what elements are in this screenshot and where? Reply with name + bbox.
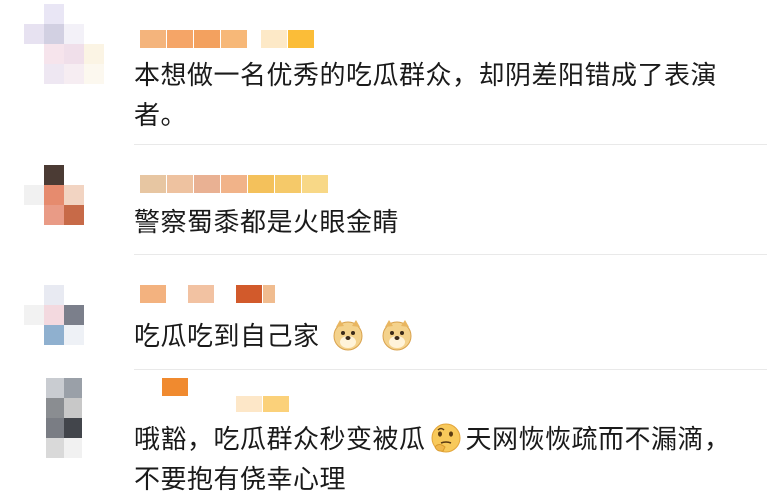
username-blurred[interactable] — [140, 30, 315, 48]
comment-item: 警察蜀黍都是火眼金睛 — [0, 145, 767, 255]
comment-text-before: 哦豁，吃瓜群众秒变被瓜 — [134, 425, 426, 455]
doge-emoji-icon — [382, 320, 412, 351]
username-blurred[interactable] — [162, 378, 189, 396]
avatar[interactable] — [24, 165, 104, 225]
avatar[interactable] — [24, 285, 104, 345]
comment-text: 本想做一名优秀的吃瓜群众，却阴差阳错成了表演者。 — [134, 61, 718, 131]
comment-text: 哦豁，吃瓜群众秒变被瓜 天网恢恢疏而不漏滴，不要抱有侥幸心理 — [134, 420, 741, 500]
comment-item: 吃瓜吃到自己家 — [0, 255, 767, 370]
comment-text-content: 吃瓜吃到自己家 — [134, 322, 320, 352]
comment-item: 本想做一名优秀的吃瓜群众，却阴差阳错成了表演者。 — [0, 0, 767, 145]
avatar[interactable] — [28, 378, 108, 458]
username-blurred-2[interactable] — [236, 396, 290, 412]
comment-item: 哦豁，吃瓜群众秒变被瓜 天网恢恢疏而不漏滴，不要抱有侥幸心理 — [0, 370, 767, 500]
avatar[interactable] — [24, 4, 104, 84]
doge-emoji-icon — [333, 320, 363, 351]
thinking-emoji-icon — [431, 423, 461, 453]
comment-text: 警察蜀黍都是火眼金睛 — [134, 208, 400, 238]
comment-text: 吃瓜吃到自己家 — [134, 317, 741, 357]
username-blurred[interactable] — [140, 285, 276, 303]
username-blurred[interactable] — [140, 175, 329, 193]
